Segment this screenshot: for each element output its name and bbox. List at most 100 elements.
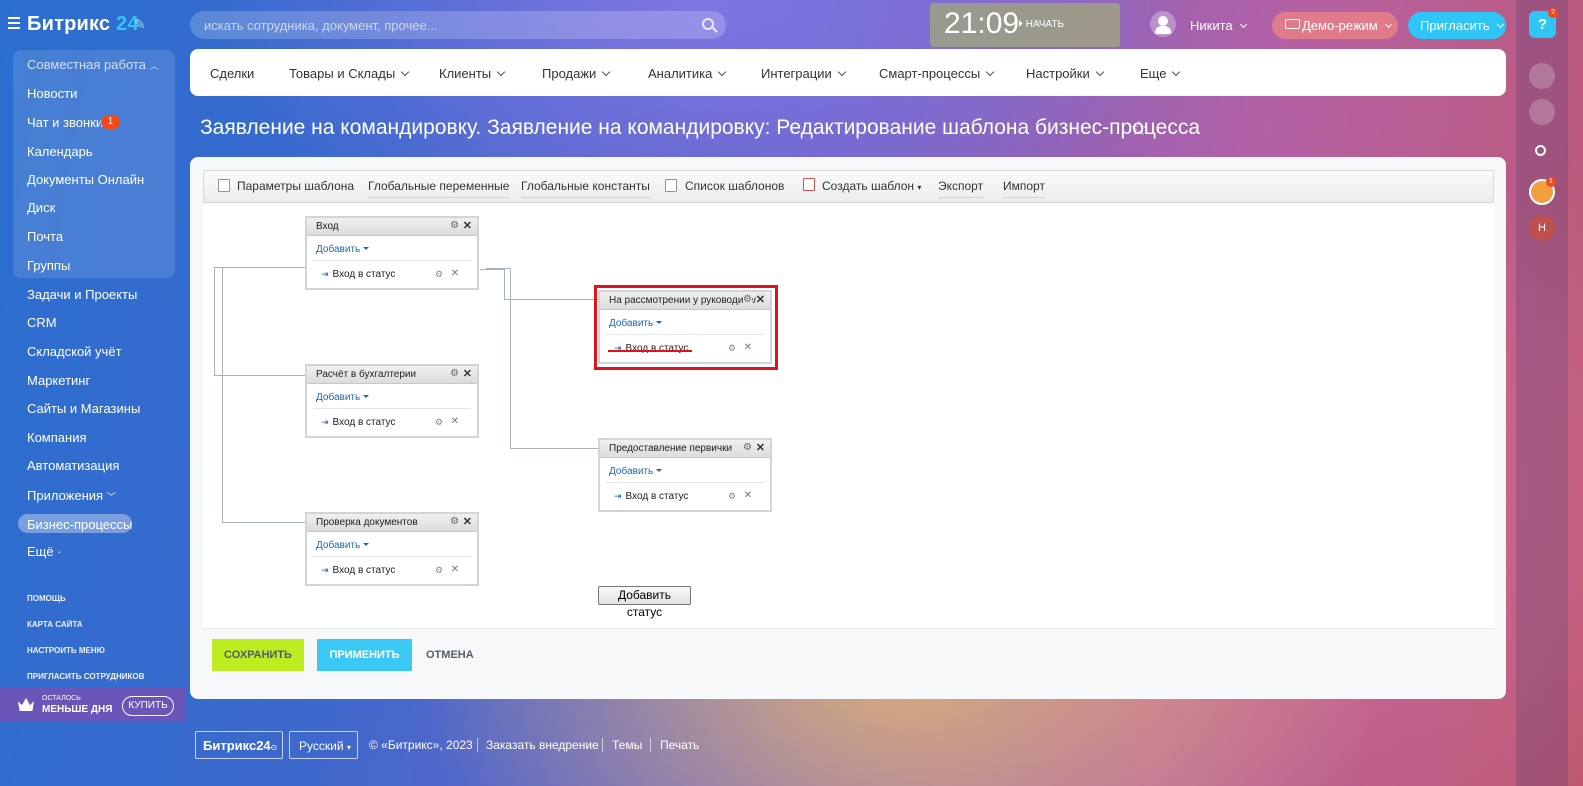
sidebar-item-more[interactable]: Ещё ·: [27, 544, 62, 559]
gear-icon[interactable]: ⚙: [743, 442, 752, 453]
battery-icon: [1285, 19, 1300, 29]
gear-icon[interactable]: ⚙: [435, 269, 443, 280]
nav-products[interactable]: Товары и Склады: [289, 66, 410, 81]
block-title: Проверка документов: [316, 517, 418, 528]
sidebar-item-warehouse[interactable]: Складской учёт: [27, 344, 122, 359]
user-menu[interactable]: Никита: [1190, 18, 1247, 33]
sidebar-invite-link[interactable]: ПРИГЛАСИТЬ СОТРУДНИКОВ: [27, 672, 144, 681]
add-status-button[interactable]: Добавить статус: [598, 586, 691, 619]
sidebar-item-groups[interactable]: Группы: [27, 258, 70, 273]
gear-icon[interactable]: ⚙: [435, 417, 443, 428]
save-button[interactable]: СОХРАНИТЬ: [212, 639, 304, 671]
close-icon[interactable]: ✕: [451, 564, 459, 575]
sidebar-item-calendar[interactable]: Календарь: [27, 144, 93, 159]
nav-settings[interactable]: Настройки: [1026, 66, 1104, 81]
footer-print-link[interactable]: Печать: [660, 738, 699, 752]
sidebar-item-docs[interactable]: Документы Онлайн: [27, 172, 144, 187]
nav-smart-processes[interactable]: Смарт-процессы: [879, 66, 995, 81]
contact-avatar-initial[interactable]: Н: [1529, 215, 1555, 241]
sidebar-item-bizproc[interactable]: Бизнес-процессы: [27, 517, 132, 532]
buy-button[interactable]: КУПИТЬ: [122, 696, 174, 716]
gear-icon[interactable]: ⚙: [450, 368, 459, 379]
sidebar-item-marketing[interactable]: Маркетинг: [27, 373, 90, 388]
connector: [504, 269, 505, 299]
add-action-link[interactable]: Добавить: [307, 384, 477, 408]
add-action-link[interactable]: Добавить: [307, 236, 477, 260]
chevron-down-icon: [496, 67, 506, 77]
language-select[interactable]: Русский ▾: [289, 731, 358, 759]
sidebar-item-disk[interactable]: Диск: [27, 200, 55, 215]
global-constants-button[interactable]: Глобальные константы: [521, 179, 650, 198]
connector: [222, 522, 306, 523]
sidebar-item-apps[interactable]: Приложения ﹀: [27, 488, 116, 503]
sidebar-sitemap-link[interactable]: КАРТА САЙТА: [27, 620, 83, 629]
state-block-primary-docs[interactable]: Предоставление первички ⚙ ✕ Добавить ⇥ Вход…: [598, 438, 772, 512]
create-template-button[interactable]: Создать шаблон ▾: [822, 179, 921, 197]
gear-icon[interactable]: ⚙: [435, 565, 443, 576]
close-icon[interactable]: ✕: [451, 268, 459, 279]
chat-icon[interactable]: [1529, 99, 1555, 125]
contact-counter: 1: [1546, 177, 1556, 187]
close-icon[interactable]: ✕: [463, 219, 472, 232]
state-block-entry[interactable]: Вход ⚙ ✕ Добавить ⇥ Вход в статус ⚙ ✕: [305, 216, 479, 290]
state-entry-row[interactable]: ⇥ Вход в статус ⚙ ✕: [313, 408, 471, 436]
gear-icon[interactable]: ⚙: [728, 491, 736, 502]
close-icon[interactable]: ✕: [756, 441, 765, 454]
nav-deals[interactable]: Сделки: [210, 66, 254, 81]
state-entry-row[interactable]: ⇥ Вход в статус ⚙ ✕: [606, 482, 764, 510]
sidebar-item-news[interactable]: Новости: [27, 86, 77, 101]
bitrix24-logo[interactable]: Битрикс 24: [27, 13, 139, 36]
state-block-doc-check[interactable]: Проверка документов ⚙ ✕ Добавить ⇥ Вход в с…: [305, 512, 479, 586]
template-list-button[interactable]: Список шаблонов: [685, 179, 784, 197]
sidebar-item-company[interactable]: Компания: [27, 430, 87, 445]
nav-analytics[interactable]: Аналитика: [648, 66, 727, 81]
nav-sales[interactable]: Продажи: [542, 66, 611, 81]
rail-search-icon[interactable]: [1535, 145, 1546, 156]
close-icon[interactable]: ✕: [463, 367, 472, 380]
enter-icon: ⇥: [321, 417, 329, 427]
gear-icon[interactable]: ⚙: [450, 516, 459, 527]
global-variables-button[interactable]: Глобальные переменные: [368, 179, 510, 198]
close-icon[interactable]: ✕: [451, 416, 459, 427]
sidebar-item-mail[interactable]: Почта: [27, 229, 63, 244]
start-day-button[interactable]: ⏵ НАЧАТЬ: [1018, 19, 1064, 30]
state-entry-row[interactable]: ⇥ Вход в статус ⚙ ✕: [313, 260, 471, 288]
menu-burger-icon[interactable]: [8, 17, 20, 29]
state-entry-row[interactable]: ⇥ Вход в статус ⚙ ✕: [313, 556, 471, 584]
sidebar-item-tasks[interactable]: Задачи и Проекты: [27, 287, 137, 302]
sidebar-item-sites[interactable]: Сайты и Магазины: [27, 401, 140, 416]
sidebar-item-crm[interactable]: CRM: [27, 315, 57, 330]
search-icon[interactable]: [702, 18, 714, 30]
nav-integrations[interactable]: Интеграции: [761, 66, 846, 81]
pencil-icon[interactable]: ✎: [134, 16, 146, 33]
sidebar-item-automation[interactable]: Автоматизация: [27, 458, 119, 473]
gear-icon[interactable]: ⚙: [450, 220, 459, 231]
footer-themes-link[interactable]: Темы: [612, 738, 642, 752]
close-icon[interactable]: ✕: [463, 515, 472, 528]
state-block-accounting[interactable]: Расчёт в бухгалтерии ⚙ ✕ Добавить ⇥ Вход в …: [305, 364, 479, 438]
user-avatar[interactable]: [1150, 11, 1176, 37]
nav-more[interactable]: Еще: [1140, 66, 1181, 81]
sidebar-help-link[interactable]: ПОМОЩЬ: [27, 594, 66, 603]
search-input[interactable]: [190, 11, 726, 39]
star-icon[interactable]: ☆: [1130, 116, 1148, 141]
template-params-button[interactable]: Параметры шаблона: [237, 179, 354, 197]
footer-order-link[interactable]: Заказать внедрение: [486, 738, 599, 752]
sidebar-item-chat[interactable]: Чат и звонки: [27, 115, 103, 130]
sidebar-configure-link[interactable]: НАСТРОИТЬ МЕНЮ: [27, 646, 105, 655]
footer-logo[interactable]: Битрикс24⊙: [195, 731, 283, 759]
add-action-link[interactable]: Добавить: [600, 458, 770, 482]
import-button[interactable]: Импорт: [1003, 179, 1045, 198]
export-button[interactable]: Экспорт: [938, 179, 984, 198]
cancel-button[interactable]: ОТМЕНА: [426, 649, 474, 661]
invite-button[interactable]: Пригласить: [1408, 12, 1506, 39]
add-action-link[interactable]: Добавить: [307, 532, 477, 556]
nav-clients[interactable]: Клиенты: [439, 66, 506, 81]
close-icon[interactable]: ✕: [744, 490, 752, 501]
sidebar-group-label[interactable]: Совместная работа ︿: [27, 57, 159, 72]
block-title: Расчёт в бухгалтерии: [316, 369, 417, 380]
apply-button[interactable]: ПРИМЕНИТЬ: [317, 639, 412, 671]
divider: [203, 628, 1494, 629]
connector: [214, 267, 306, 268]
bell-icon[interactable]: [1529, 63, 1555, 89]
